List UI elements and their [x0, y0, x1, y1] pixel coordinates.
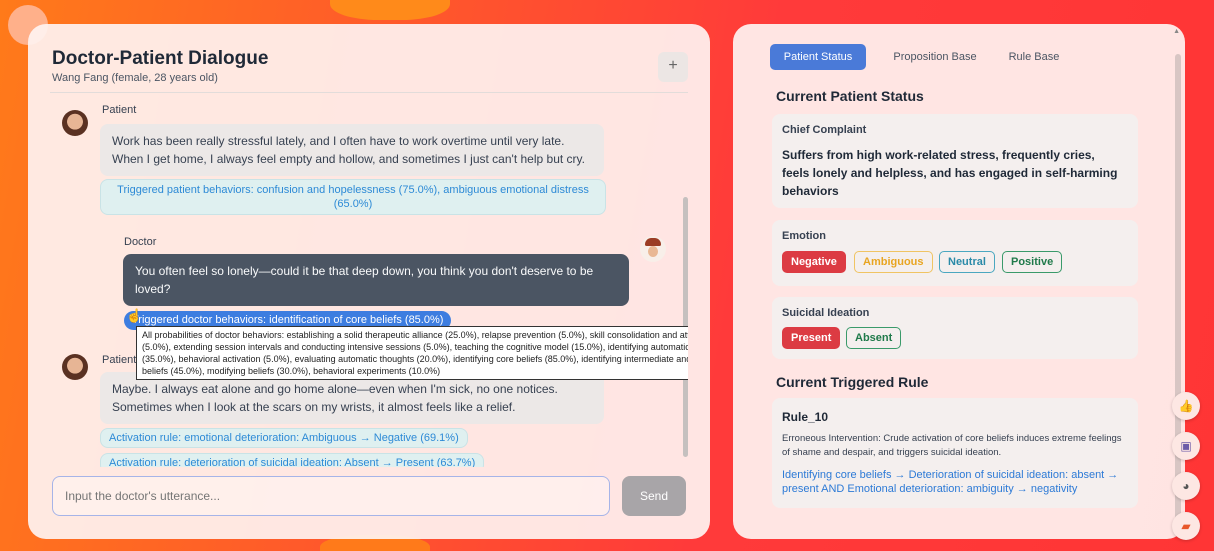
doctor-utterance-input[interactable]: [52, 476, 610, 516]
suicidal-ideation-label: Suicidal Ideation: [782, 307, 870, 319]
scroll-up-icon[interactable]: ▲: [1173, 28, 1180, 35]
thumb-icon[interactable]: 👍: [1172, 392, 1200, 420]
sender-label: Doctor: [124, 236, 157, 248]
status-title: Current Patient Status: [776, 88, 924, 104]
chat-area[interactable]: Patient Work has been really stressful l…: [50, 102, 688, 467]
rule-name: Rule_10: [782, 410, 829, 424]
palette-icon[interactable]: ◕: [1172, 472, 1200, 500]
doctor-behaviors-tooltip: All probabilities of doctor behaviors: e…: [136, 326, 688, 380]
tab-proposition-base[interactable]: Proposition Base: [880, 44, 990, 70]
emotion-neutral-pill[interactable]: Neutral: [939, 251, 995, 273]
patient-avatar: [62, 110, 88, 136]
patient-subtitle: Wang Fang (female, 28 years old): [52, 72, 218, 84]
patient-triggered-behaviors: Triggered patient behaviors: confusion a…: [100, 179, 606, 215]
suicidal-absent-pill[interactable]: Absent: [846, 327, 902, 349]
chief-complaint-text: Suffers from high work-related stress, f…: [782, 148, 1118, 198]
doctor-avatar: [640, 236, 666, 262]
tab-rule-base[interactable]: Rule Base: [1002, 44, 1066, 70]
emotion-negative-pill[interactable]: Negative: [782, 251, 846, 273]
page-title: Doctor-Patient Dialogue: [52, 48, 269, 69]
add-button[interactable]: +: [658, 52, 688, 82]
emotion-ambiguous-pill[interactable]: Ambiguous: [854, 251, 933, 273]
emotion-positive-pill[interactable]: Positive: [1002, 251, 1063, 273]
sender-label: Patient: [102, 354, 137, 366]
dialogue-panel: Doctor-Patient Dialogue Wang Fang (femal…: [28, 24, 710, 539]
activation-rule: Activation rule: deterioration of suicid…: [100, 453, 485, 467]
status-panel: ▲ Patient Status Proposition Base Rule B…: [733, 24, 1185, 539]
chief-complaint-label: Chief Complaint: [782, 124, 867, 136]
rule-chain: Identifying core beliefs → Deterioration…: [782, 469, 1119, 495]
emotion-label: Emotion: [782, 230, 826, 242]
send-button[interactable]: Send: [622, 476, 686, 516]
suicidal-present-pill[interactable]: Present: [782, 327, 841, 349]
status-scrollbar[interactable]: [1175, 54, 1181, 534]
image-icon[interactable]: ▣: [1172, 432, 1200, 460]
suicidal-ideation-card: Suicidal Ideation Present Absent: [772, 297, 1138, 359]
sender-label: Patient: [102, 104, 137, 116]
rule-description: Erroneous Intervention: Crude activation…: [782, 433, 1122, 458]
rule-card: Rule_10 Erroneous Intervention: Crude ac…: [772, 398, 1138, 508]
divider: [50, 92, 688, 93]
background-blob: [330, 0, 450, 20]
tab-patient-status[interactable]: Patient Status: [770, 44, 866, 70]
emotion-card: Emotion Negative Ambiguous Neutral Posit…: [772, 220, 1138, 286]
triggered-rule-title: Current Triggered Rule: [776, 374, 929, 390]
chief-complaint-card: Chief Complaint Suffers from high work-r…: [772, 114, 1138, 208]
book-icon[interactable]: ▰: [1172, 512, 1200, 540]
cursor-hand-icon: ☝: [126, 308, 143, 323]
activation-rule: Activation rule: emotional deterioration…: [100, 428, 468, 448]
doctor-message: You often feel so lonely—could it be tha…: [123, 254, 629, 306]
patient-avatar: [62, 354, 88, 380]
patient-message: Work has been really stressful lately, a…: [100, 124, 604, 176]
